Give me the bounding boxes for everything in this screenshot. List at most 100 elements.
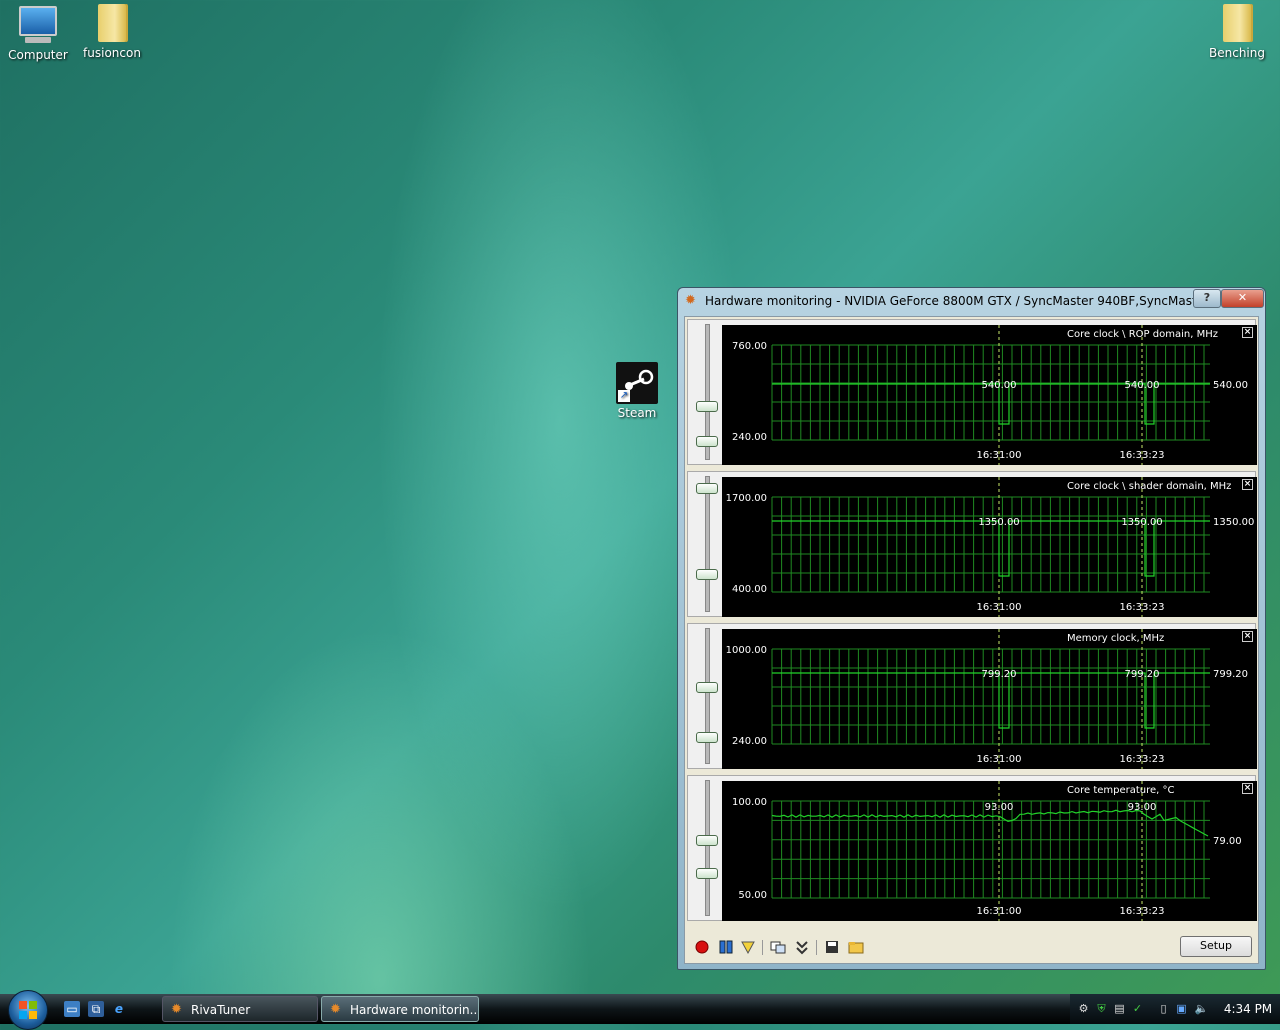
volume-icon[interactable]: 🔈 (1194, 1001, 1209, 1016)
graph-canvas[interactable]: Memory clock, MHz 1000.00 240.00 799.20 799.… (722, 629, 1257, 769)
time-label: 16:31:00 (977, 906, 1022, 917)
graph-panel-rop-clock: Core clock \ ROP domain, MHz 760.00 240.00… (687, 319, 1257, 465)
window-client: Core clock \ ROP domain, MHz 760.00 240.00… (684, 316, 1259, 964)
y-axis-max-label: 100.00 (732, 797, 767, 808)
range-min-thumb[interactable] (696, 436, 718, 447)
show-desktop-icon[interactable]: ▭ (64, 1001, 80, 1017)
steam-icon: ↗ (616, 362, 658, 404)
graph-panel-memory-clock: Memory clock, MHz 1000.00 240.00 799.20 799.… (687, 623, 1257, 769)
setup-button[interactable]: Setup (1180, 936, 1252, 957)
toolbar-separator (816, 940, 817, 955)
hardware-monitoring-window: ✹ Hardware monitoring - NVIDIA GeForce 8… (677, 287, 1266, 970)
help-button[interactable]: ? (1193, 289, 1221, 308)
windows-icon[interactable] (770, 939, 786, 955)
taskbar-button-hardware-monitoring[interactable]: ✹ Hardware monitorin... (321, 996, 479, 1022)
graph-canvas[interactable]: Core temperature, °C 100.00 50.00 93.00 93.0… (722, 781, 1257, 921)
graph-panel-core-temperature: Core temperature, °C 100.00 50.00 93.00 93.0… (687, 775, 1257, 921)
range-slider-track (705, 628, 710, 764)
save-icon[interactable] (824, 939, 840, 955)
time-label: 16:33:23 (1120, 450, 1165, 461)
desktop-icon-label: Steam (617, 406, 657, 420)
system-tray: ⚙ ⛨ ▤ ✓ ▯ ▣ 🔈 4:34 PM (1070, 994, 1280, 1024)
graph-panel-shader-clock: Core clock \ shader domain, MHz 1700.00 40… (687, 471, 1257, 617)
range-slider-track (705, 476, 710, 612)
close-button[interactable]: ✕ (1221, 289, 1264, 308)
rivatuner-icon: ✹ (330, 1002, 341, 1017)
record-icon[interactable] (694, 939, 710, 955)
start-button[interactable] (8, 990, 48, 1030)
collapse-icon[interactable] (794, 939, 810, 955)
y-axis-min-label: 240.00 (732, 432, 767, 443)
marker-value-label: 93.00 (1128, 802, 1157, 813)
range-slider-track (705, 780, 710, 916)
marker-value-label: 1350.00 (1121, 517, 1162, 528)
shield-icon[interactable]: ⛨ (1094, 1001, 1109, 1016)
display-icon[interactable]: ▣ (1174, 1001, 1189, 1016)
y-axis-min-label: 400.00 (732, 584, 767, 595)
marker-value-label: 799.20 (982, 669, 1017, 680)
rivatuner-icon: ✹ (685, 293, 696, 308)
current-value-label: 1350.00 (1213, 517, 1254, 528)
range-min-thumb[interactable] (696, 569, 718, 580)
network-icon[interactable]: ▤ (1112, 1001, 1127, 1016)
taskbar-button-label: Hardware monitorin... (350, 1003, 479, 1017)
range-min-thumb[interactable] (696, 868, 718, 879)
rivatuner-icon: ✹ (171, 1002, 182, 1017)
graph-data-line (771, 809, 1209, 837)
y-axis-max-label: 1700.00 (726, 493, 767, 504)
marker-value-label: 93.00 (985, 802, 1014, 813)
marker-value-label: 799.20 (1125, 669, 1160, 680)
y-axis-min-label: 50.00 (738, 890, 767, 901)
desktop-icon-computer[interactable]: Computer (0, 4, 76, 62)
time-label: 16:31:00 (977, 754, 1022, 765)
current-value-label: 540.00 (1213, 380, 1248, 391)
graph-close-icon[interactable]: × (1242, 327, 1253, 338)
range-max-thumb[interactable] (696, 682, 718, 693)
current-value-label: 799.20 (1213, 669, 1248, 680)
range-min-thumb[interactable] (696, 732, 718, 743)
pause-icon[interactable] (718, 939, 734, 955)
window-titlebar[interactable]: ✹ Hardware monitoring - NVIDIA GeForce 8… (678, 288, 1265, 314)
desktop-icon-fusioncon[interactable]: fusioncon (74, 4, 150, 60)
computer-icon (18, 6, 58, 46)
taskbar-clock[interactable]: 4:34 PM (1220, 994, 1276, 1024)
time-label: 16:33:23 (1120, 602, 1165, 613)
time-label: 16:31:00 (977, 602, 1022, 613)
graph-canvas[interactable]: Core clock \ shader domain, MHz 1700.00 40… (722, 477, 1257, 617)
graph-title: Memory clock, MHz (1067, 633, 1164, 644)
graph-canvas[interactable]: Core clock \ ROP domain, MHz 760.00 240.00… (722, 325, 1257, 465)
y-axis-min-label: 240.00 (732, 736, 767, 747)
graph-close-icon[interactable]: × (1242, 479, 1253, 490)
toolbar-separator (762, 940, 763, 955)
folder-icon (1217, 4, 1257, 44)
range-max-thumb[interactable] (696, 835, 718, 846)
internet-explorer-icon[interactable]: e (111, 1001, 127, 1017)
desktop-icon-benching[interactable]: Benching (1199, 4, 1275, 60)
graph-data-line (772, 672, 1210, 729)
switch-windows-icon[interactable]: ⧉ (88, 1001, 104, 1017)
graph-close-icon[interactable]: × (1242, 783, 1253, 794)
marker-value-label: 1350.00 (978, 517, 1019, 528)
range-max-thumb[interactable] (696, 401, 718, 412)
open-folder-icon[interactable] (848, 939, 864, 955)
update-icon[interactable]: ✓ (1130, 1001, 1145, 1016)
folder-icon (92, 4, 132, 44)
current-value-label: 79.00 (1213, 836, 1242, 847)
desktop-icon-label: fusioncon (83, 46, 141, 60)
graph-close-icon[interactable]: × (1242, 631, 1253, 642)
time-label: 16:33:23 (1120, 906, 1165, 917)
y-axis-max-label: 1000.00 (726, 645, 767, 656)
taskbar-button-label: RivaTuner (191, 1003, 251, 1017)
steam-tray-icon[interactable]: ⚙ (1076, 1001, 1091, 1016)
monitoring-toolbar: Setup (687, 931, 1256, 961)
range-max-thumb[interactable] (696, 483, 718, 494)
graph-title: Core temperature, °C (1067, 785, 1175, 796)
marker-icon[interactable] (740, 939, 756, 955)
device-icon[interactable]: ▯ (1156, 1001, 1171, 1016)
marker-value-label: 540.00 (1125, 380, 1160, 391)
marker-value-label: 540.00 (982, 380, 1017, 391)
desktop-icon-steam[interactable]: ↗ Steam (599, 362, 675, 420)
taskbar-button-rivatuner[interactable]: ✹ RivaTuner (162, 996, 318, 1022)
taskbar: ▭ ⧉ e ✹ RivaTuner ✹ Hardware monitorin..… (0, 990, 1280, 1030)
desktop-icon-label: Computer (8, 48, 68, 62)
